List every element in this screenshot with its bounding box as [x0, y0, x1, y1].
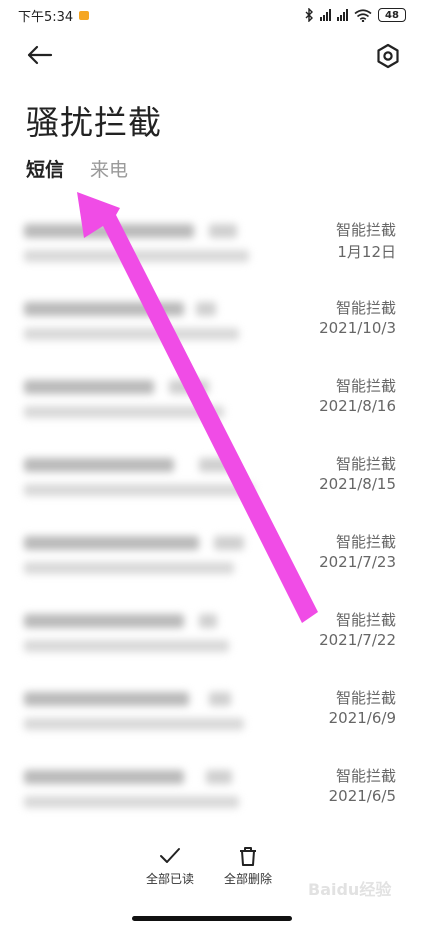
status-bar: 下午5:34 48: [0, 0, 424, 30]
message-date: 2021/7/22: [319, 631, 396, 649]
message-row[interactable]: 智能拦截 2021/6/5: [0, 756, 424, 834]
back-arrow-icon: [27, 45, 53, 65]
message-date: 2021/8/16: [319, 397, 396, 415]
status-right: 48: [305, 8, 406, 22]
mark-all-read-button[interactable]: 全部已读: [146, 846, 194, 887]
blurred-message-content: [24, 220, 284, 270]
tab-sms[interactable]: 短信: [26, 155, 64, 182]
wifi-icon: [354, 8, 372, 22]
message-row[interactable]: 智能拦截 2021/8/16: [0, 366, 424, 444]
trash-icon: [240, 847, 256, 866]
status-left: 下午5:34: [18, 6, 90, 25]
message-row[interactable]: 智能拦截 2021/6/9: [0, 678, 424, 756]
message-date: 2021/10/3: [319, 319, 396, 337]
message-tag: 智能拦截: [335, 455, 396, 473]
blurred-message-content: [24, 454, 284, 504]
tab-bar: 短信 来电: [26, 155, 128, 182]
message-tag: 智能拦截: [335, 221, 396, 239]
message-row[interactable]: 智能拦截 2021/7/22: [0, 600, 424, 678]
status-time: 下午5:34: [18, 9, 74, 25]
delete-all-button[interactable]: 全部删除: [224, 846, 272, 887]
blurred-message-content: [24, 766, 284, 816]
settings-icon: [377, 43, 399, 69]
message-date: 2021/6/9: [328, 709, 396, 727]
message-tag: 智能拦截: [335, 611, 396, 629]
settings-button[interactable]: [372, 40, 404, 72]
signal-icon-1: [320, 9, 331, 21]
blurred-message-content: [24, 298, 284, 348]
message-tag: 智能拦截: [335, 533, 396, 551]
checkmark-icon: [160, 848, 180, 863]
tab-calls[interactable]: 来电: [90, 155, 128, 182]
message-tag: 智能拦截: [335, 689, 396, 707]
message-row[interactable]: 智能拦截 2021/8/15: [0, 444, 424, 522]
message-date: 2021/8/15: [319, 475, 396, 493]
message-list: 智能拦截 1月12日 智能拦截 2021/10/3 智能拦截 2021/8/16…: [0, 210, 424, 834]
blurred-message-content: [24, 688, 284, 738]
blurred-message-content: [24, 532, 284, 582]
delete-all-label: 全部删除: [224, 872, 273, 886]
message-row[interactable]: 智能拦截 2021/7/23: [0, 522, 424, 600]
signal-icon-2: [337, 9, 348, 21]
message-row[interactable]: 智能拦截 1月12日: [0, 210, 424, 288]
battery-indicator: 48: [378, 8, 406, 22]
message-date: 2021/7/23: [319, 553, 396, 571]
watermark: Baidu经验: [308, 880, 392, 899]
message-tag: 智能拦截: [335, 767, 396, 785]
bluetooth-icon: [305, 8, 313, 22]
blurred-message-content: [24, 376, 284, 426]
blurred-message-content: [24, 610, 284, 660]
mark-all-read-label: 全部已读: [146, 872, 195, 886]
back-button[interactable]: [24, 40, 56, 72]
message-date: 2021/6/5: [328, 787, 396, 805]
message-row[interactable]: 智能拦截 2021/10/3: [0, 288, 424, 366]
message-tag: 智能拦截: [335, 299, 396, 317]
message-date: 1月12日: [337, 243, 396, 261]
home-indicator[interactable]: [132, 916, 292, 921]
page-title: 骚扰拦截: [26, 103, 162, 142]
notification-icon: [79, 10, 90, 20]
message-tag: 智能拦截: [335, 377, 396, 395]
